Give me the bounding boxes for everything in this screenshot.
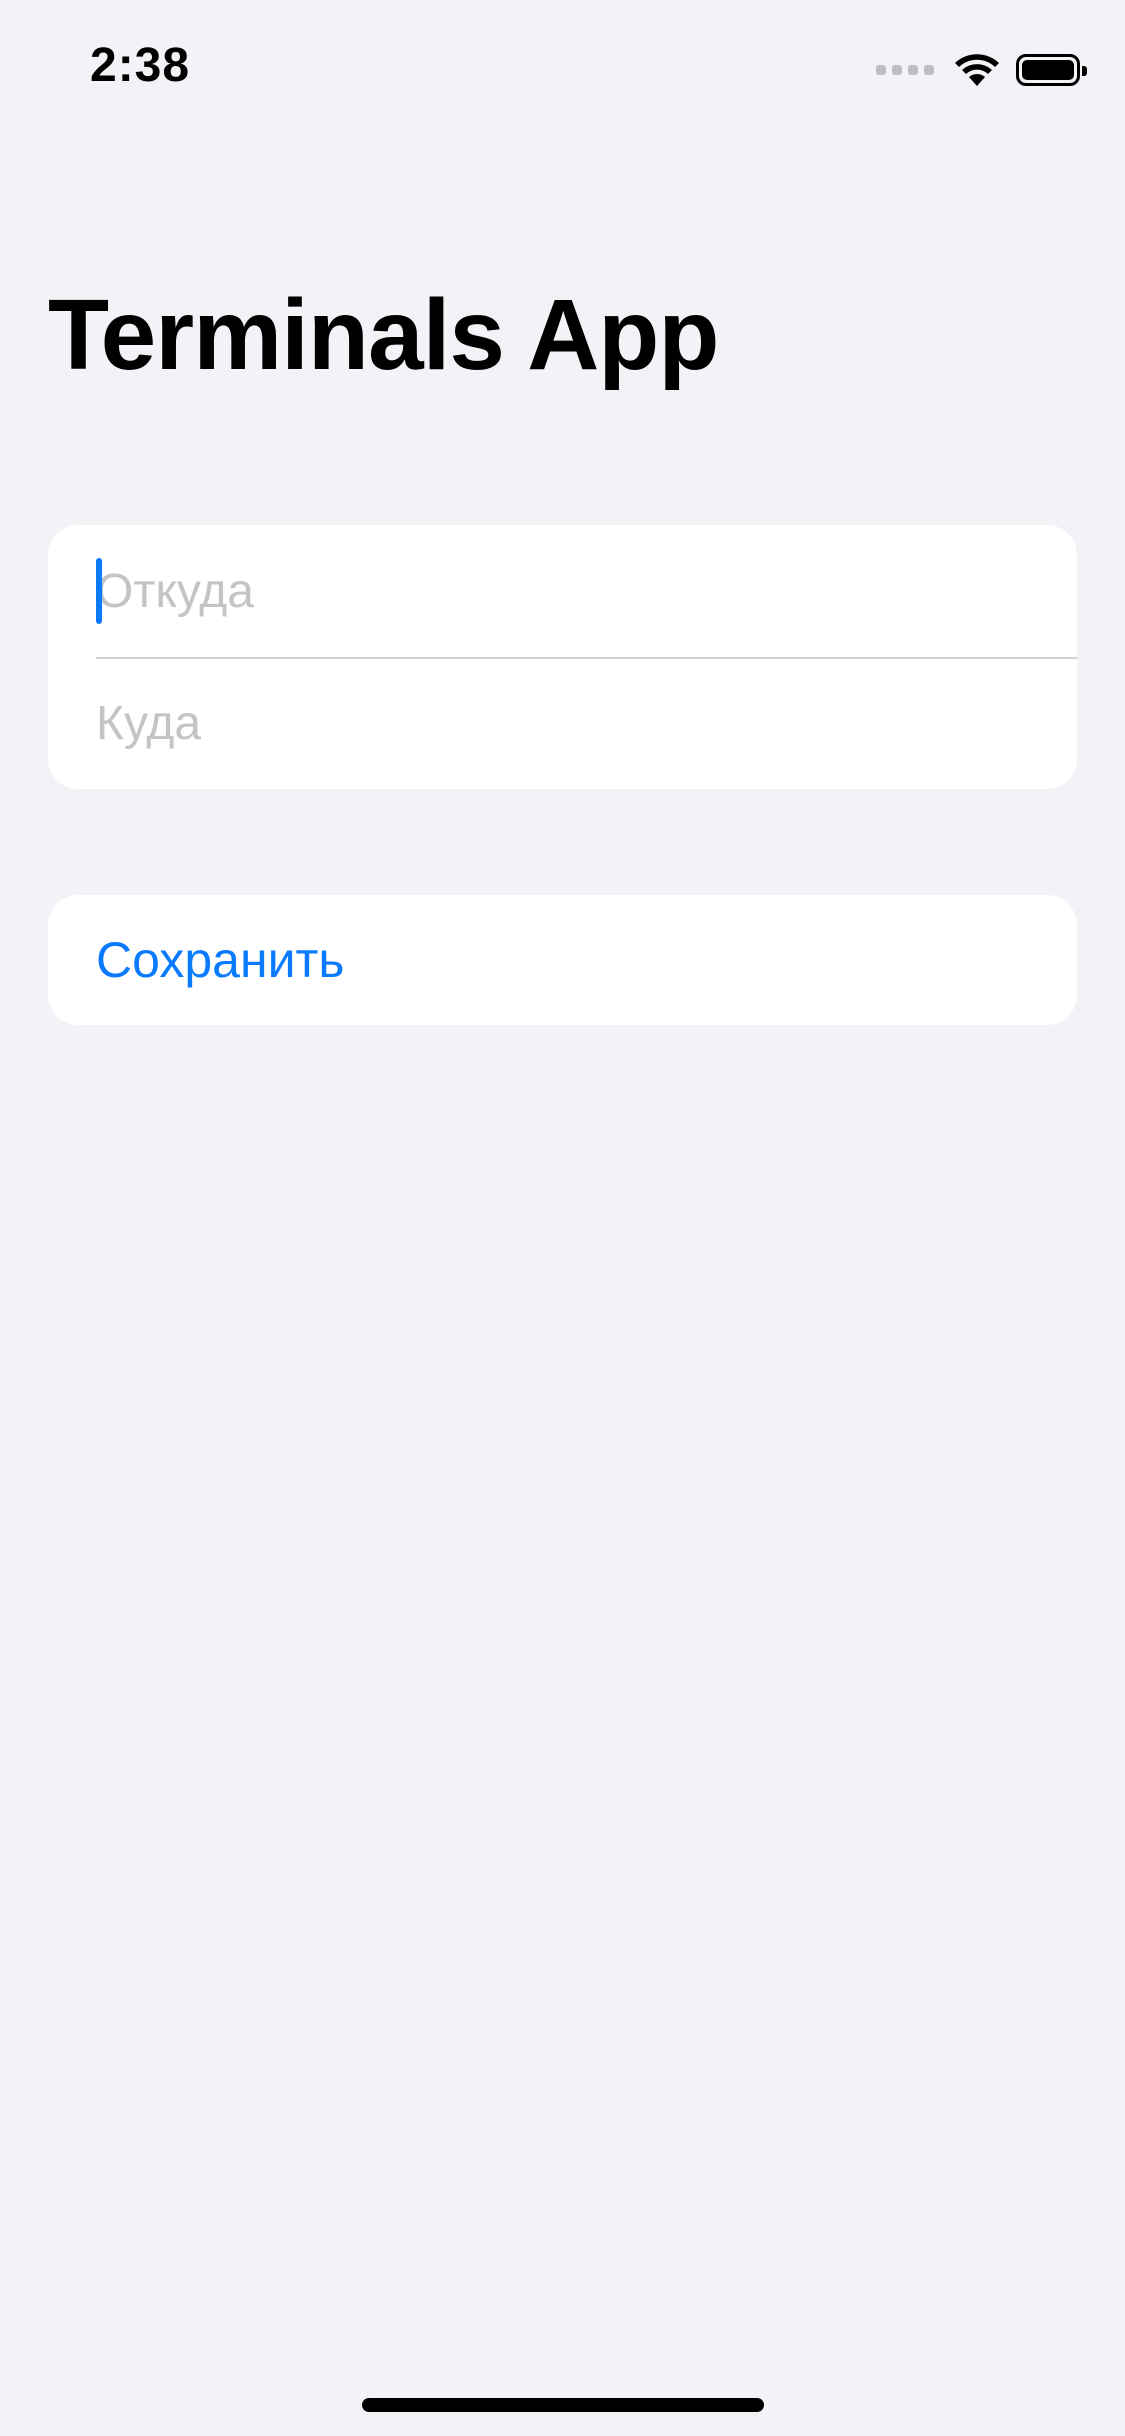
home-indicator[interactable] [362, 2398, 764, 2412]
wifi-icon [955, 54, 999, 86]
status-bar: 2:38 [0, 0, 1125, 140]
page-title: Terminals App [48, 279, 719, 391]
status-time: 2:38 [90, 39, 191, 92]
from-input[interactable] [96, 525, 1056, 657]
route-form-card [48, 525, 1077, 789]
from-field-row [48, 525, 1077, 657]
save-button[interactable]: Сохранить [48, 895, 1077, 1025]
save-card: Сохранить [48, 895, 1077, 1025]
status-icons [876, 48, 1087, 92]
signal-icon [876, 65, 934, 75]
text-caret [96, 558, 102, 624]
to-field-row [48, 657, 1077, 789]
battery-icon [1016, 54, 1087, 86]
to-input[interactable] [96, 657, 1056, 789]
